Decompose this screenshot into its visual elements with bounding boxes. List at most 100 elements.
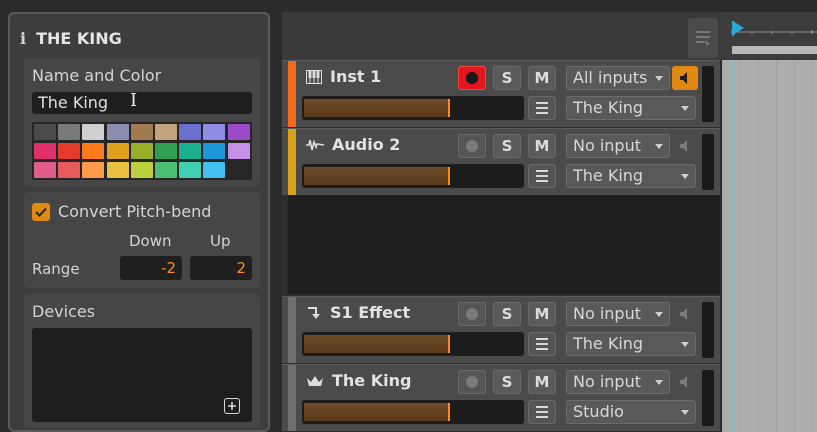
track-menu-button[interactable] xyxy=(528,400,556,424)
range-label: Range xyxy=(32,260,80,278)
mute-button[interactable]: M xyxy=(528,66,556,90)
volume-handle[interactable] xyxy=(448,99,450,117)
mute-button[interactable]: M xyxy=(528,134,556,158)
input-selector[interactable]: No input xyxy=(566,370,670,394)
color-swatch[interactable] xyxy=(179,143,202,159)
solo-button[interactable]: S xyxy=(493,134,521,158)
track-name-field[interactable]: The King I xyxy=(32,90,252,114)
monitor-toggle[interactable] xyxy=(672,134,698,158)
track-name[interactable]: Inst 1 xyxy=(306,67,381,86)
solo-button[interactable]: S xyxy=(493,66,521,90)
color-swatch[interactable] xyxy=(34,143,56,159)
solo-button[interactable]: S xyxy=(493,370,521,394)
solo-button[interactable]: S xyxy=(493,302,521,326)
color-swatch[interactable] xyxy=(106,162,129,178)
record-arm-button[interactable] xyxy=(458,302,486,326)
track-color-bar[interactable] xyxy=(288,365,296,431)
inspector-title: THE KING xyxy=(36,28,122,48)
color-swatch[interactable] xyxy=(227,124,250,140)
monitor-toggle[interactable] xyxy=(672,370,698,394)
range-up-field[interactable]: 2 xyxy=(190,256,252,280)
info-icon: i xyxy=(20,28,27,48)
volume-handle[interactable] xyxy=(448,167,450,185)
output-selector[interactable]: The King xyxy=(566,96,696,120)
color-swatch[interactable] xyxy=(155,124,177,140)
record-arm-button[interactable] xyxy=(458,66,486,90)
empty-track-area xyxy=(288,194,720,294)
track-header-toolbar xyxy=(282,12,722,60)
input-selector-value: No input xyxy=(573,304,641,323)
convert-pitch-bend-row[interactable]: Convert Pitch-bend xyxy=(32,202,211,221)
color-swatch[interactable] xyxy=(203,162,226,178)
input-selector[interactable]: No input xyxy=(566,134,670,158)
volume-fill xyxy=(304,167,450,185)
track-name-label: The King xyxy=(332,371,412,390)
color-swatch[interactable] xyxy=(82,162,105,178)
output-selector[interactable]: The King xyxy=(566,332,696,356)
color-swatch[interactable] xyxy=(155,162,177,178)
output-selector[interactable]: The King xyxy=(566,164,696,188)
playhead-marker-icon[interactable] xyxy=(732,20,746,36)
track-name[interactable]: S1 Effect xyxy=(306,303,410,322)
mute-button[interactable]: M xyxy=(528,302,556,326)
record-icon xyxy=(466,140,478,152)
add-device-button[interactable] xyxy=(224,398,240,414)
volume-fader[interactable] xyxy=(302,96,524,120)
mute-button[interactable]: M xyxy=(528,370,556,394)
color-swatch[interactable] xyxy=(34,124,56,140)
monitor-toggle[interactable] xyxy=(672,302,698,326)
track-color-bar[interactable] xyxy=(288,297,296,363)
timeline-ruler[interactable] xyxy=(722,12,817,60)
track-name[interactable]: Audio 2 xyxy=(306,135,400,154)
record-arm-button[interactable] xyxy=(458,370,486,394)
track-color-bar[interactable] xyxy=(288,61,296,127)
color-swatch[interactable] xyxy=(58,143,81,159)
volume-handle[interactable] xyxy=(448,335,450,353)
color-swatch[interactable] xyxy=(227,143,250,159)
inspector-header: i THE KING xyxy=(20,24,122,52)
track-name[interactable]: The King xyxy=(306,371,411,390)
track-color-bar[interactable] xyxy=(288,129,296,195)
monitor-toggle[interactable] xyxy=(672,66,698,90)
color-swatch[interactable] xyxy=(106,143,129,159)
color-swatch xyxy=(228,162,250,178)
color-swatch[interactable] xyxy=(82,124,105,140)
color-swatch[interactable] xyxy=(82,143,105,159)
input-selector[interactable]: No input xyxy=(566,302,670,326)
volume-fader[interactable] xyxy=(302,332,524,356)
color-swatch[interactable] xyxy=(130,143,153,159)
color-swatch[interactable] xyxy=(58,162,81,178)
color-swatch[interactable] xyxy=(130,124,153,140)
pitch-bend-checkbox[interactable] xyxy=(32,202,50,221)
input-selector[interactable]: All inputs xyxy=(566,66,670,90)
volume-fader[interactable] xyxy=(302,400,524,424)
color-swatch[interactable] xyxy=(58,124,81,140)
color-swatch[interactable] xyxy=(203,143,226,159)
name-color-panel: Name and Color The King I xyxy=(24,58,260,186)
arranger-grid[interactable] xyxy=(722,60,817,432)
range-down-field[interactable]: -2 xyxy=(120,256,182,280)
color-swatch[interactable] xyxy=(130,162,153,178)
track-header[interactable]: S1 Effect S M No input The King xyxy=(282,296,720,363)
color-swatch[interactable] xyxy=(106,124,129,140)
track-header[interactable]: Inst 1 S M All inputs The King xyxy=(282,60,720,127)
output-selector[interactable]: Studio xyxy=(566,400,696,424)
color-swatch[interactable] xyxy=(34,162,56,178)
speaker-icon xyxy=(680,376,687,388)
output-selector-value: The King xyxy=(573,334,644,353)
track-menu-button[interactable] xyxy=(528,96,556,120)
record-arm-button[interactable] xyxy=(458,134,486,158)
color-swatch[interactable] xyxy=(155,143,177,159)
volume-fader[interactable] xyxy=(302,164,524,188)
track-menu-button[interactable] xyxy=(528,164,556,188)
volume-handle[interactable] xyxy=(448,403,450,421)
color-swatch[interactable] xyxy=(179,162,202,178)
color-swatch[interactable] xyxy=(203,124,226,140)
list-arrow-icon xyxy=(696,31,710,46)
track-name-value: The King xyxy=(38,93,109,112)
track-menu-button[interactable] xyxy=(528,332,556,356)
track-header[interactable]: The King S M No input Studio xyxy=(282,364,720,431)
arranger-toggle-button[interactable] xyxy=(688,18,718,58)
color-swatch[interactable] xyxy=(179,124,202,140)
track-header[interactable]: Audio 2 S M No input The King xyxy=(282,128,720,195)
